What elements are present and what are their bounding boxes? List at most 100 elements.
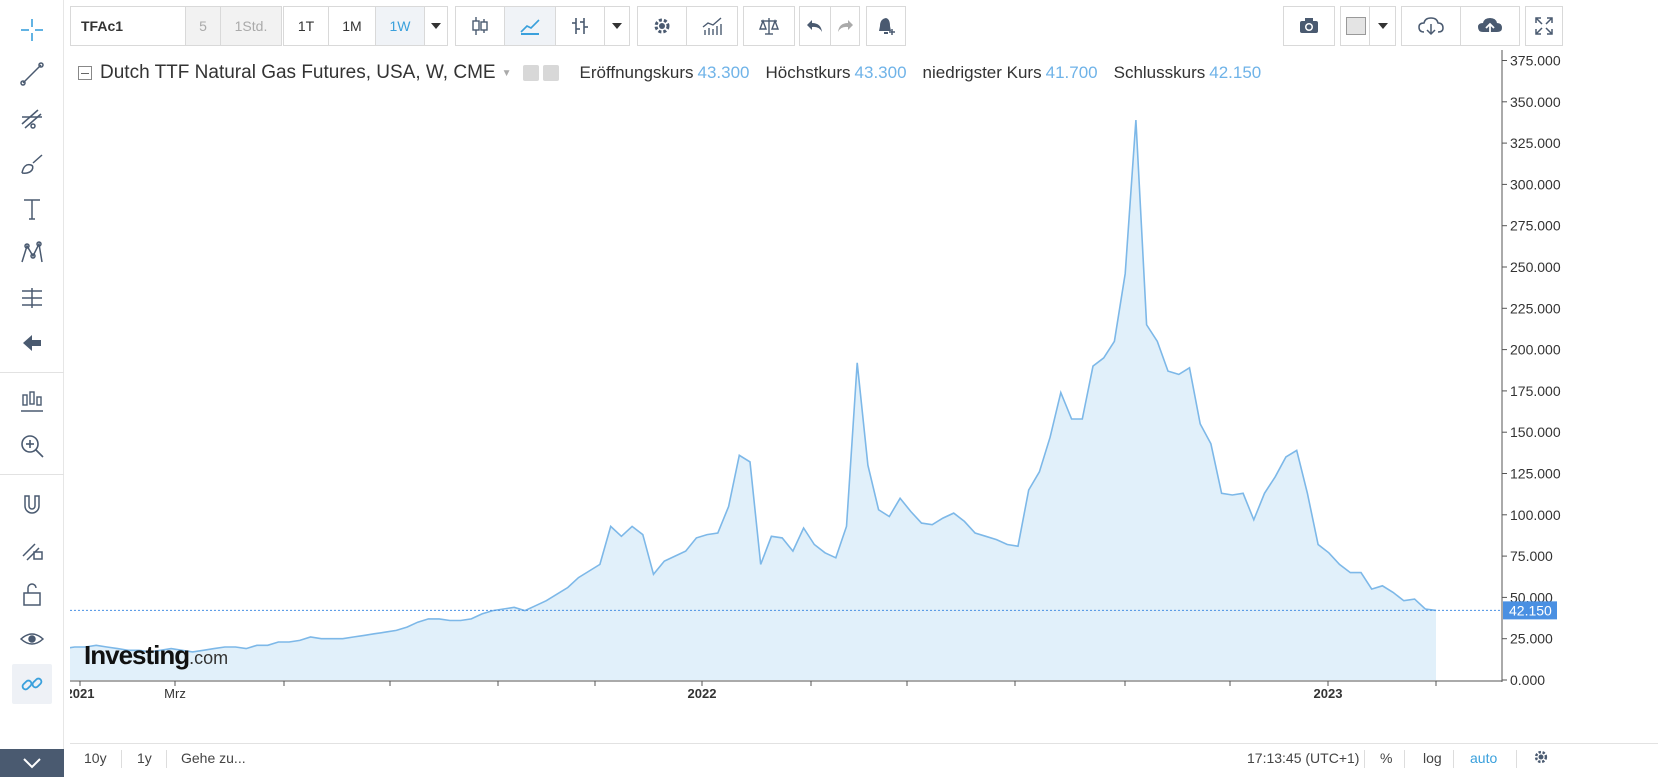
y-tick-label: 200.000 <box>1510 342 1561 358</box>
cloud-download-icon[interactable] <box>1401 6 1461 46</box>
y-tick-label: 275.000 <box>1510 218 1561 234</box>
y-tick-label: 225.000 <box>1510 300 1561 316</box>
camera-icon[interactable] <box>1283 6 1335 46</box>
caret-down-icon <box>1377 23 1388 29</box>
measure-icon[interactable] <box>12 278 52 318</box>
toolbar-divider <box>0 474 64 475</box>
goto-date-button[interactable]: Gehe zu... <box>181 750 246 766</box>
x-tick-label: 2022 <box>688 686 717 701</box>
interval-1h[interactable]: 1Std. <box>220 6 282 46</box>
crosshair-icon[interactable] <box>12 10 52 50</box>
redo-icon[interactable] <box>830 6 860 46</box>
legend-visibility-icon[interactable] <box>523 65 540 81</box>
legend-title[interactable]: Dutch TTF Natural Gas Futures, USA, W, C… <box>100 62 496 84</box>
legend-open-label: Eröffnungskurs <box>579 63 694 82</box>
chart-type-dropdown[interactable] <box>604 6 630 46</box>
y-tick-label: 325.000 <box>1510 135 1561 151</box>
legend-high-value: 43.300 <box>854 63 907 82</box>
price-area-fill <box>70 120 1436 680</box>
legend-high-label: Höchstkurs <box>765 63 851 82</box>
legend-close-value: 42.150 <box>1209 63 1262 82</box>
back-arrow-icon[interactable] <box>12 323 52 363</box>
interval-dropdown[interactable] <box>424 6 448 46</box>
chevron-down-icon <box>23 758 41 769</box>
bottom-divider <box>1453 750 1454 768</box>
line-chart-icon[interactable] <box>504 6 556 46</box>
interval-1d[interactable]: 1T <box>283 6 329 46</box>
log-scale-button[interactable]: log <box>1423 750 1442 766</box>
x-tick-label: Mrz <box>164 686 186 701</box>
eye-icon[interactable] <box>12 619 52 659</box>
symbol-input[interactable]: TFAc1 <box>70 6 192 46</box>
auto-scale-button[interactable]: auto <box>1470 750 1497 766</box>
undo-icon[interactable] <box>799 6 831 46</box>
logo-suffix: .com <box>189 648 229 668</box>
range-10y-button[interactable]: 10y <box>84 750 107 766</box>
brush-icon[interactable] <box>12 144 52 184</box>
chart-legend: Dutch TTF Natural Gas Futures, USA, W, C… <box>78 62 1261 84</box>
alert-icon[interactable] <box>866 6 906 46</box>
pattern-icon[interactable] <box>12 233 52 273</box>
bottom-divider <box>1516 750 1517 768</box>
bottom-divider <box>166 750 167 768</box>
y-tick-label: 150.000 <box>1510 424 1561 440</box>
caret-down-icon <box>612 23 622 29</box>
y-tick-label: 350.000 <box>1510 94 1561 110</box>
bar-style-icon[interactable] <box>555 6 605 46</box>
legend-low-label: niedrigster Kurs <box>922 63 1042 82</box>
last-price-label: 42.150 <box>1509 602 1552 618</box>
zoom-in-icon[interactable] <box>12 426 52 466</box>
chart-settings-icon[interactable] <box>1532 748 1550 769</box>
lock-draw-icon[interactable] <box>12 529 52 569</box>
y-tick-label: 250.000 <box>1510 259 1561 275</box>
y-tick-label: 100.000 <box>1510 507 1561 523</box>
investing-logo: Investing.com <box>84 640 228 671</box>
color-dropdown[interactable] <box>1369 6 1396 46</box>
fib-icon[interactable] <box>12 99 52 139</box>
legend-open-value: 43.300 <box>697 63 750 82</box>
legend-settings-icon[interactable] <box>543 65 560 81</box>
price-chart[interactable]: 0.00025.00050.00075.000100.000125.000150… <box>70 50 1658 740</box>
candles-icon[interactable] <box>455 6 505 46</box>
range-1y-button[interactable]: 1y <box>137 750 152 766</box>
chart-area[interactable]: 0.000 25.000 50.000 75.000 100.000 125.000 150… <box>70 50 1658 740</box>
bottom-divider <box>121 750 122 768</box>
percent-scale-button[interactable]: % <box>1380 750 1392 766</box>
y-tick-label: 25.000 <box>1510 631 1553 647</box>
logo-brand: Investing <box>84 640 190 670</box>
trend-line-icon[interactable] <box>12 54 52 94</box>
y-tick-label: 0.000 <box>1510 672 1545 688</box>
link-icon[interactable] <box>12 664 52 704</box>
interval-1w[interactable]: 1W <box>375 6 425 46</box>
legend-low-value: 41.700 <box>1045 63 1098 82</box>
chart-app: TFAc1 5 1Std. 1T 1M 1W 0.000 25.000 50.0… <box>0 0 1658 777</box>
collapse-toolbar-button[interactable] <box>0 749 64 777</box>
bottom-divider <box>1364 750 1365 768</box>
text-icon[interactable] <box>12 189 52 229</box>
settings-icon[interactable] <box>637 6 687 46</box>
interval-1m[interactable]: 1M <box>328 6 376 46</box>
fullscreen-icon[interactable] <box>1525 6 1563 46</box>
drawing-toolbar <box>0 0 64 777</box>
indicators-icon[interactable] <box>12 382 52 422</box>
y-tick-label: 125.000 <box>1510 466 1561 482</box>
clock-readout: 17:13:45 (UTC+1) <box>1247 750 1360 766</box>
legend-close-label: Schlusskurs <box>1113 63 1206 82</box>
cloud-upload-icon[interactable] <box>1460 6 1520 46</box>
color-box-icon[interactable] <box>1340 6 1370 46</box>
y-tick-label: 75.000 <box>1510 548 1553 564</box>
legend-collapse-icon[interactable] <box>78 66 92 80</box>
bottom-divider <box>1404 750 1405 768</box>
toolbar-divider <box>0 372 64 373</box>
magnet-icon[interactable] <box>12 485 52 525</box>
x-tick-label: 2023 <box>1314 686 1343 701</box>
unlock-icon[interactable] <box>12 574 52 614</box>
compare-icon[interactable] <box>743 6 795 46</box>
indicator-icon[interactable] <box>686 6 738 46</box>
y-tick-label: 300.000 <box>1510 176 1561 192</box>
y-tick-label: 375.000 <box>1510 53 1561 69</box>
legend-caret-icon[interactable]: ▼ <box>502 68 512 79</box>
top-toolbar: TFAc1 5 1Std. 1T 1M 1W <box>70 6 1658 50</box>
y-tick-label: 175.000 <box>1510 383 1561 399</box>
interval-5[interactable]: 5 <box>185 6 221 46</box>
